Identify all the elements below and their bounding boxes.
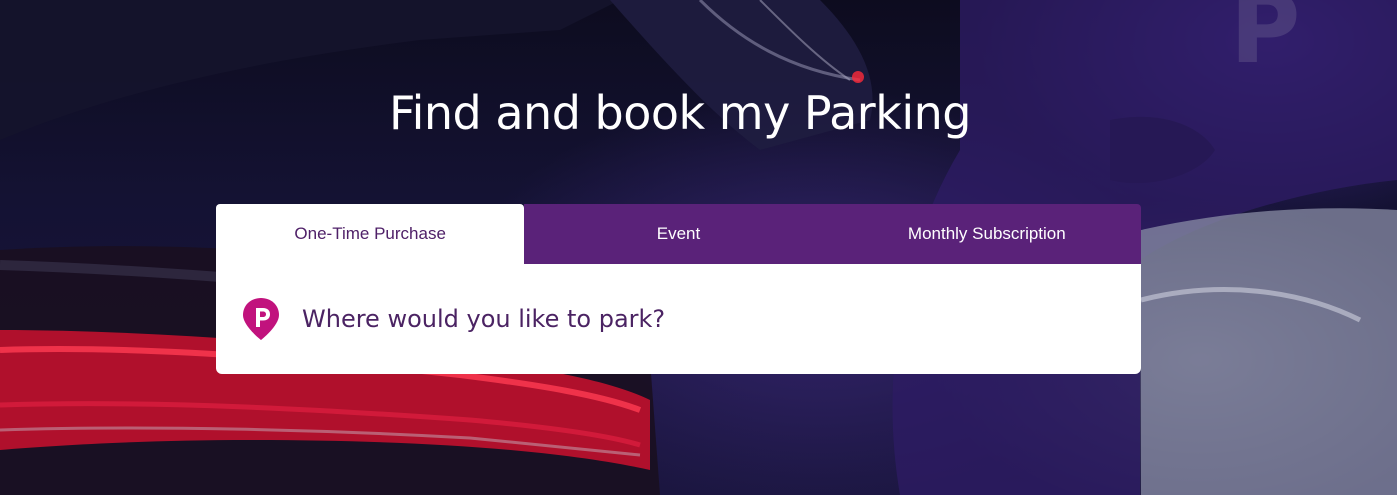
purchase-type-tabs: One-Time Purchase Event Monthly Subscrip… [216, 204, 1141, 264]
tab-one-time-purchase[interactable]: One-Time Purchase [216, 204, 525, 264]
parking-search-input[interactable] [302, 299, 1082, 339]
svg-text:P: P [1230, 0, 1300, 85]
page-title: Find and book my Parking [389, 86, 971, 140]
search-panel [216, 264, 1141, 374]
tab-event[interactable]: Event [524, 204, 833, 264]
tab-monthly-subscription[interactable]: Monthly Subscription [832, 204, 1141, 264]
parking-pin-icon [239, 295, 283, 343]
